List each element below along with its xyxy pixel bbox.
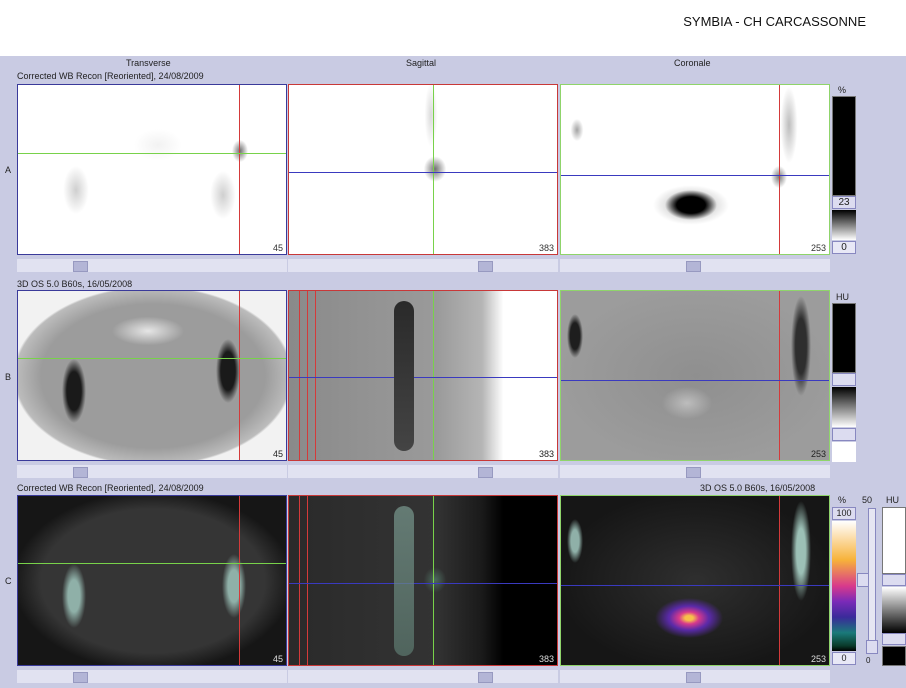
row-b-sagittal-view[interactable]: 383 (288, 290, 558, 461)
column-header-coronal: Coronale (674, 58, 711, 68)
row-c-ct-scale-bottom-slider[interactable] (882, 633, 906, 645)
row-c-scale-unit: % (838, 495, 847, 505)
row-a-sagittal-slider[interactable] (288, 259, 558, 272)
crosshair-horizontal (18, 153, 286, 154)
row-b-scale-unit: HU (836, 292, 849, 302)
slice-number: 383 (538, 243, 554, 253)
slider-thumb[interactable] (73, 261, 88, 272)
crosshair-vertical (239, 291, 240, 460)
row-a-scale-min[interactable]: 0 (832, 241, 856, 254)
slider-thumb[interactable] (478, 672, 493, 683)
crosshair-horizontal (289, 583, 557, 584)
slice-number: 253 (810, 449, 826, 459)
crosshair-line (315, 291, 316, 460)
crosshair-line (307, 291, 308, 460)
slice-number: 253 (810, 243, 826, 253)
row-c-blend-top: 50 (862, 495, 873, 505)
row-c-blend-slider[interactable] (868, 508, 876, 653)
site-title: SYMBIA - CH CARCASSONNE (683, 14, 866, 29)
crosshair-vertical (433, 496, 434, 665)
row-b-coronal-view[interactable]: 253 (560, 290, 830, 461)
row-b-scale-top-slider[interactable] (832, 373, 856, 386)
row-b-label: B (5, 372, 12, 382)
crosshair-line (299, 496, 300, 665)
row-b-color-scale[interactable] (832, 303, 856, 373)
slice-number: 383 (538, 654, 554, 664)
slice-number: 45 (272, 449, 283, 459)
row-b-transverse-view[interactable]: 45 (17, 290, 287, 461)
crosshair-horizontal (18, 358, 286, 359)
slice-number: 383 (538, 449, 554, 459)
row-a-scale-unit: % (838, 85, 847, 95)
slider-thumb[interactable] (73, 672, 88, 683)
slider-thumb[interactable] (478, 467, 493, 478)
slice-number: 253 (810, 654, 826, 664)
row-b-coronal-slider[interactable] (560, 465, 830, 478)
crosshair-line (299, 291, 300, 460)
row-a-sagittal-view[interactable]: 383 (288, 84, 558, 255)
crosshair-vertical (239, 496, 240, 665)
column-header-transverse: Transverse (126, 58, 171, 68)
row-c-color-scale (832, 521, 856, 651)
crosshair-horizontal (561, 380, 829, 381)
row-a-scale-gradient (832, 210, 856, 240)
row-b-scale-white (832, 442, 856, 462)
row-c-transverse-slider[interactable] (17, 670, 287, 683)
slice-number: 45 (272, 654, 283, 664)
row-b-title: 3D OS 5.0 B60s, 16/05/2008 (17, 279, 133, 289)
crosshair-vertical (433, 291, 434, 460)
row-c-scale-max[interactable]: 100 (832, 507, 856, 520)
crosshair-horizontal (18, 563, 286, 564)
row-a-coronal-slider[interactable] (560, 259, 830, 272)
row-a-coronal-view[interactable]: 253 (560, 84, 830, 255)
crosshair-line (307, 496, 308, 665)
row-c-ct-scale-black (882, 646, 906, 666)
slider-thumb[interactable] (73, 467, 88, 478)
bone-structure (394, 506, 414, 656)
row-c-ct-scale-unit: HU (886, 495, 899, 505)
crosshair-vertical (779, 291, 780, 460)
bone-structure (394, 301, 414, 451)
row-c-label: C (5, 576, 12, 586)
row-a-color-scale[interactable] (832, 96, 856, 196)
row-c-transverse-view[interactable]: 45 (17, 495, 287, 666)
column-header-sagittal: Sagittal (406, 58, 437, 68)
slider-thumb[interactable] (478, 261, 493, 272)
crosshair-horizontal (561, 585, 829, 586)
row-c-title-right: 3D OS 5.0 B60s, 16/05/2008 (700, 483, 816, 493)
header-bar: SYMBIA - CH CARCASSONNE (0, 0, 906, 56)
slice-number: 45 (272, 243, 283, 253)
row-b-scale-bottom-slider[interactable] (832, 428, 856, 441)
row-c-sagittal-slider[interactable] (288, 670, 558, 683)
crosshair-horizontal (561, 175, 829, 176)
row-c-title-left: Corrected WB Recon [Reoriented], 24/08/2… (17, 483, 204, 493)
crosshair-vertical (239, 85, 240, 254)
slider-thumb[interactable] (686, 467, 701, 478)
row-c-blend-thumb[interactable] (866, 640, 878, 654)
row-b-scale-gradient (832, 387, 856, 427)
row-c-sagittal-view[interactable]: 383 (288, 495, 558, 666)
crosshair-horizontal (289, 172, 557, 173)
row-a-title: Corrected WB Recon [Reoriented], 24/08/2… (17, 71, 204, 81)
row-c-ct-scale-white (882, 507, 906, 574)
row-c-scale-min[interactable]: 0 (832, 652, 856, 665)
crosshair-horizontal (289, 377, 557, 378)
row-a-scale-max[interactable]: 23 (832, 196, 856, 209)
row-c-blend-bottom: 0 (866, 656, 871, 665)
row-b-transverse-slider[interactable] (17, 465, 287, 478)
row-a-transverse-view[interactable]: 45 (17, 84, 287, 255)
row-b-sagittal-slider[interactable] (288, 465, 558, 478)
crosshair-vertical (433, 85, 434, 254)
row-c-coronal-slider[interactable] (560, 670, 830, 683)
row-a-label: A (5, 165, 12, 175)
slider-thumb[interactable] (686, 672, 701, 683)
slider-thumb[interactable] (686, 261, 701, 272)
crosshair-vertical (779, 85, 780, 254)
crosshair-vertical (779, 496, 780, 665)
row-c-ct-scale-gradient (882, 587, 906, 633)
row-c-coronal-view[interactable]: 253 (560, 495, 830, 666)
row-c-ct-scale-top-slider[interactable] (882, 574, 906, 586)
row-a-transverse-slider[interactable] (17, 259, 287, 272)
